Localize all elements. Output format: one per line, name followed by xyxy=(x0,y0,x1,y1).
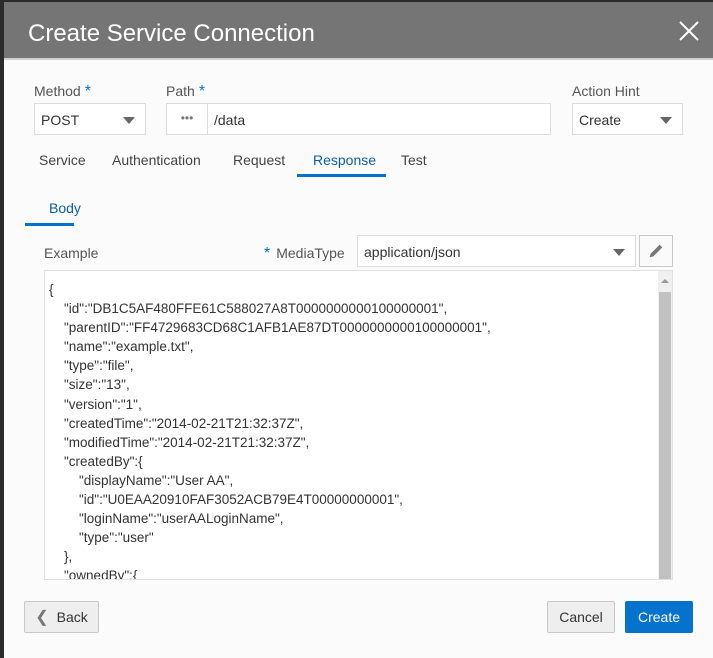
tab-request[interactable]: Request xyxy=(233,152,285,168)
method-select[interactable]: POST xyxy=(34,103,146,135)
tab-service[interactable]: Service xyxy=(39,152,86,168)
code-line: "id":"DB1C5AF480FFE61C588027A8T000000000… xyxy=(49,301,448,317)
code-line: "modifiedTime":"2014-02-21T21:32:37Z", xyxy=(49,434,310,450)
example-label: Example xyxy=(44,245,99,261)
code-line: "parentID":"FF4729683CD68C1AFB1AE87DT000… xyxy=(49,320,491,336)
code-line: "createdBy":{ xyxy=(49,453,143,469)
code-line: }, xyxy=(49,549,73,565)
path-value: /data xyxy=(214,112,246,128)
subtab-body[interactable]: Body xyxy=(49,200,81,216)
tab-test[interactable]: Test xyxy=(401,152,427,168)
method-label: Method * xyxy=(34,83,91,100)
cancel-button[interactable]: Cancel xyxy=(547,601,615,633)
path-label: Path * xyxy=(166,83,206,100)
active-subtab-indicator xyxy=(25,223,74,226)
path-options-button[interactable]: ••• xyxy=(167,104,208,134)
tab-authentication[interactable]: Authentication xyxy=(112,152,201,168)
scroll-up-icon[interactable] xyxy=(661,279,669,283)
dialog-title: Create Service Connection xyxy=(28,20,315,47)
action-hint-label: Action Hint xyxy=(572,83,640,99)
mediatype-label: * MediaType xyxy=(264,245,345,262)
mediatype-select[interactable]: application/json xyxy=(357,235,636,267)
code-line: "name":"example.txt", xyxy=(49,339,194,355)
tab-response[interactable]: Response xyxy=(313,152,376,168)
scrollbar-thumb[interactable] xyxy=(659,292,671,579)
action-hint-select[interactable]: Create xyxy=(572,103,683,135)
create-service-connection-dialog: Create Service Connection Method * POST P… xyxy=(4,2,713,658)
chevron-down-icon xyxy=(123,117,135,124)
code-line: { xyxy=(49,282,54,297)
code-line: "type":"user" xyxy=(49,530,154,546)
code-line: "createdTime":"2014-02-21T21:32:37Z", xyxy=(49,415,304,431)
code-line: "id":"U0EAA20910FAF3052ACB79E4T000000000… xyxy=(49,492,403,508)
dialog-header: Create Service Connection xyxy=(4,2,713,60)
code-line: "loginName":"userAALoginName", xyxy=(49,511,284,527)
code-line: "size":"13", xyxy=(49,377,130,393)
scrollbar[interactable] xyxy=(658,271,672,579)
chevron-down-icon xyxy=(613,249,625,256)
code-line: "version":"1", xyxy=(49,396,142,412)
code-line: "displayName":"User AA", xyxy=(49,472,234,488)
code-line: "ownedBy":{ xyxy=(49,568,138,580)
chevron-down-icon xyxy=(660,117,672,124)
path-input[interactable]: ••• /data xyxy=(166,103,551,135)
create-button[interactable]: Create xyxy=(625,601,693,633)
back-button[interactable]: ❮ Back xyxy=(24,601,99,633)
chevron-left-icon: ❮ xyxy=(35,609,49,626)
example-editor[interactable]: { "id":"DB1C5AF480FFE61C588027A8T0000000… xyxy=(44,270,673,580)
example-code: { "id":"DB1C5AF480FFE61C588027A8T0000000… xyxy=(49,280,491,580)
pencil-icon xyxy=(649,244,663,258)
active-tab-indicator xyxy=(297,174,386,177)
edit-mediatype-button[interactable] xyxy=(639,235,673,267)
close-icon[interactable] xyxy=(678,20,700,42)
code-line: "type":"file", xyxy=(49,358,134,374)
